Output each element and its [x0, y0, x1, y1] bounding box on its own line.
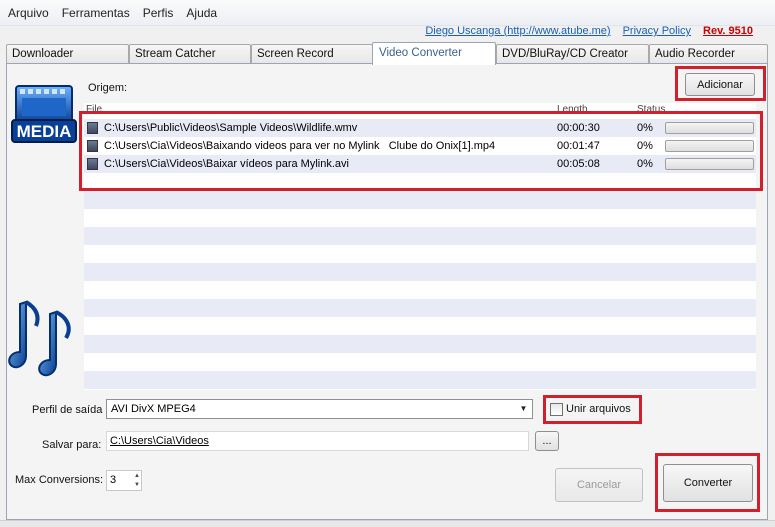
- max-conversions-value: 3: [110, 474, 117, 486]
- list-stripe: [84, 263, 756, 281]
- browse-button[interactable]: ...: [535, 431, 559, 451]
- media-logo-text: MEDIA: [17, 122, 72, 141]
- max-conversions-stepper[interactable]: 3 ▲ ▼: [106, 470, 142, 491]
- tab-strip: Downloader Stream Catcher Screen Record …: [6, 42, 768, 65]
- media-logo-icon: MEDIA: [10, 84, 78, 148]
- header-links: Diego Uscanga (http://www.atube.me) Priv…: [425, 25, 753, 39]
- menu-ajuda[interactable]: Ajuda: [186, 6, 217, 20]
- menu-arquivo[interactable]: Arquivo: [8, 6, 49, 20]
- menu-perfis[interactable]: Perfis: [143, 6, 174, 20]
- stepper-down-icon[interactable]: ▼: [134, 481, 140, 489]
- profile-label: Perfil de saída: [32, 404, 103, 416]
- highlight-file-list: [79, 111, 763, 191]
- stepper-up-icon[interactable]: ▲: [134, 472, 140, 480]
- list-stripe: [84, 191, 756, 209]
- music-notes-icon: [6, 298, 80, 378]
- menu-bar: Arquivo Ferramentas Perfis Ajuda: [0, 0, 775, 26]
- save-path-input[interactable]: C:\Users\Cia\Videos: [106, 431, 529, 451]
- privacy-link[interactable]: Privacy Policy: [623, 25, 691, 39]
- revision-link[interactable]: Rev. 9510: [703, 25, 753, 39]
- highlight-add: [675, 66, 766, 101]
- author-link[interactable]: Diego Uscanga (http://www.atube.me): [425, 25, 610, 39]
- highlight-convert: [655, 453, 760, 512]
- list-stripe: [84, 371, 756, 389]
- tab-dvd-creator[interactable]: DVD/BluRay/CD Creator: [496, 44, 649, 64]
- highlight-merge: [543, 395, 642, 424]
- tab-audio-recorder[interactable]: Audio Recorder: [649, 44, 768, 64]
- chevron-down-icon[interactable]: ▼: [515, 400, 532, 418]
- max-conversions-label: Max Conversions:: [15, 474, 104, 486]
- tab-screen-record[interactable]: Screen Record: [251, 44, 373, 64]
- status-bar: [0, 520, 775, 527]
- profile-value: AVI DivX MPEG4: [111, 403, 196, 415]
- list-stripe: [84, 299, 756, 317]
- tab-stream-catcher[interactable]: Stream Catcher: [129, 44, 251, 64]
- tab-video-converter[interactable]: Video Converter: [372, 42, 496, 65]
- menu-ferramentas[interactable]: Ferramentas: [62, 6, 130, 20]
- origin-label: Origem:: [88, 82, 128, 94]
- cancel-button[interactable]: Cancelar: [555, 468, 643, 502]
- save-label: Salvar para:: [42, 439, 102, 451]
- list-stripe: [84, 227, 756, 245]
- tab-downloader[interactable]: Downloader: [6, 44, 129, 64]
- profile-select[interactable]: AVI DivX MPEG4 ▼: [106, 399, 533, 419]
- list-stripe: [84, 335, 756, 353]
